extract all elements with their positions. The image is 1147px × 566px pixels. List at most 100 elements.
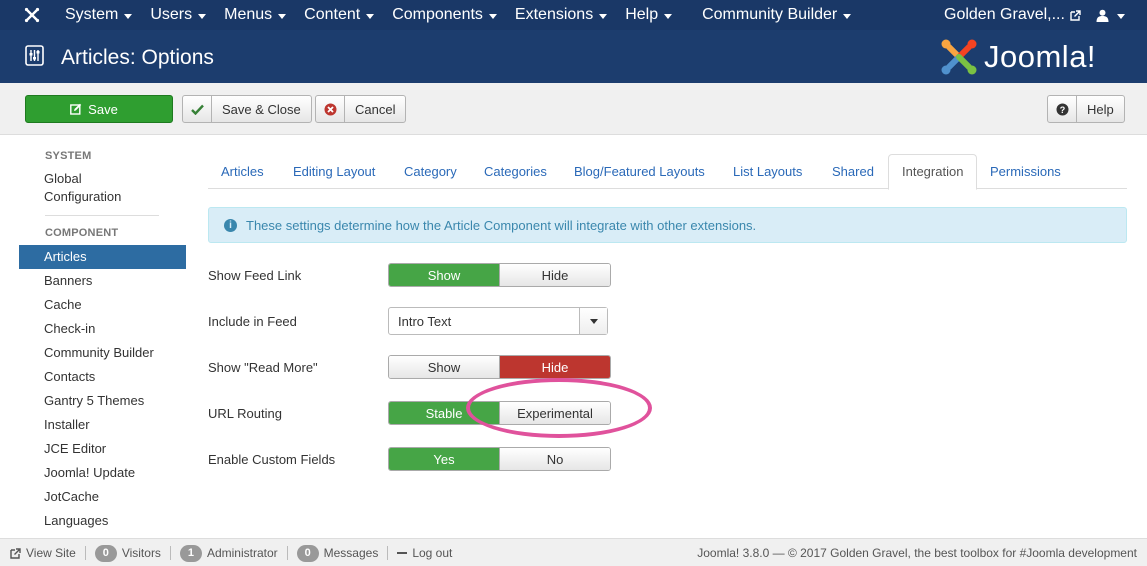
- menu-label: Users: [150, 6, 193, 23]
- check-icon: [183, 96, 212, 122]
- menu-users[interactable]: Users: [150, 6, 207, 24]
- site-link[interactable]: Golden Gravel,...: [944, 0, 1081, 30]
- show-read-more-label: Show "Read More": [208, 360, 318, 375]
- sidebar-heading-system: SYSTEM: [45, 150, 92, 162]
- menu-extensions[interactable]: Extensions: [515, 6, 608, 24]
- show-feed-link-show[interactable]: Show: [389, 264, 499, 286]
- save-button[interactable]: Save: [25, 95, 173, 123]
- tab-shared[interactable]: Shared: [819, 154, 887, 189]
- options-tabs: Articles Editing Layout Category Categor…: [208, 154, 1127, 190]
- menu-system[interactable]: System: [65, 6, 133, 24]
- messages-item[interactable]: 0 Messages: [296, 544, 379, 562]
- caret-down-icon: [366, 13, 375, 19]
- sidebar-item-cache[interactable]: Cache: [19, 293, 186, 317]
- sidebar-item-joomla-update[interactable]: Joomla! Update: [19, 461, 186, 485]
- sidebar-item-banners[interactable]: Banners: [19, 269, 186, 293]
- sidebar-item-check-in[interactable]: Check-in: [19, 317, 186, 341]
- sidebar-item-global-configuration[interactable]: Global Configuration: [19, 170, 139, 206]
- show-read-more-show[interactable]: Show: [389, 356, 499, 378]
- url-routing-experimental[interactable]: Experimental: [499, 402, 610, 424]
- main-menu: System Users Menus Content Components Ex…: [65, 0, 869, 30]
- joomla-icon[interactable]: [23, 6, 41, 24]
- show-feed-link-toggle: Show Hide: [388, 263, 611, 287]
- joomla-brand-icon: [941, 39, 977, 75]
- save-close-label: Save & Close: [222, 101, 301, 117]
- tab-list-layouts[interactable]: List Layouts: [720, 154, 815, 189]
- include-in-feed-label: Include in Feed: [208, 314, 297, 329]
- page-title: Articles: Options: [61, 46, 214, 69]
- page-header: Articles: Options Joomla!: [0, 30, 1147, 83]
- menu-content[interactable]: Content: [304, 6, 375, 24]
- footer-text: Joomla! 3.8.0 — © 2017 Golden Gravel, th…: [697, 546, 1137, 560]
- sidebar-item-community-builder[interactable]: Community Builder: [19, 341, 186, 365]
- info-alert: i These settings determine how the Artic…: [208, 207, 1127, 243]
- show-feed-link-label: Show Feed Link: [208, 268, 302, 283]
- caret-down-icon: [664, 13, 673, 19]
- tab-permissions[interactable]: Permissions: [977, 154, 1074, 189]
- top-navbar: System Users Menus Content Components Ex…: [0, 0, 1147, 30]
- tab-category[interactable]: Category: [391, 154, 470, 189]
- logout-label: Log out: [412, 546, 453, 560]
- visitors-item[interactable]: 0 Visitors: [94, 544, 161, 562]
- toolbar: Save Save & Close Cancel ? Help: [0, 83, 1147, 135]
- sidebar-item-gantry-5-themes[interactable]: Gantry 5 Themes: [19, 389, 186, 413]
- menu-community-builder[interactable]: Community Builder: [702, 6, 852, 24]
- include-in-feed-select[interactable]: Intro Text: [388, 307, 608, 335]
- cancel-button[interactable]: Cancel: [315, 95, 407, 123]
- menu-label: Menus: [224, 6, 273, 23]
- enable-custom-fields-yes[interactable]: Yes: [389, 448, 499, 470]
- svg-text:?: ?: [1059, 105, 1065, 115]
- enable-custom-fields-label: Enable Custom Fields: [208, 452, 336, 467]
- caret-down-icon: [488, 13, 497, 19]
- info-icon: i: [224, 218, 237, 232]
- messages-label: Messages: [323, 546, 379, 560]
- menu-help[interactable]: Help: [625, 6, 673, 24]
- external-link-icon: [1070, 9, 1081, 21]
- chevron-down-icon: [579, 308, 607, 334]
- menu-label: Content: [304, 6, 361, 23]
- user-menu[interactable]: [1096, 0, 1125, 30]
- tab-categories[interactable]: Categories: [471, 154, 560, 189]
- messages-badge: 0: [296, 544, 319, 562]
- menu-components[interactable]: Components: [392, 6, 497, 24]
- save-close-button[interactable]: Save & Close: [182, 95, 312, 123]
- minus-icon: [397, 552, 408, 554]
- logout-link[interactable]: Log out: [397, 546, 452, 560]
- cancel-icon: [316, 96, 345, 122]
- sidebar-heading-component: COMPONENT: [45, 227, 119, 239]
- help-label: Help: [1087, 101, 1114, 117]
- sidebar-item-installer[interactable]: Installer: [19, 413, 186, 437]
- sidebar-item-jce-editor[interactable]: JCE Editor: [19, 437, 186, 461]
- enable-custom-fields-no[interactable]: No: [499, 448, 610, 470]
- show-read-more-hide[interactable]: Hide: [499, 356, 610, 378]
- options-icon: [25, 45, 44, 66]
- tab-blog-featured-layouts[interactable]: Blog/Featured Layouts: [561, 154, 718, 189]
- sidebar-item-contacts[interactable]: Contacts: [19, 365, 186, 389]
- external-link-icon: [10, 547, 21, 559]
- alert-text: These settings determine how the Article…: [246, 217, 757, 233]
- sidebar-item-jotcache[interactable]: JotCache: [19, 485, 186, 509]
- view-site-link[interactable]: View Site: [10, 546, 76, 560]
- help-button[interactable]: ? Help: [1047, 95, 1125, 123]
- tab-articles[interactable]: Articles: [208, 154, 277, 189]
- url-routing-label: URL Routing: [208, 406, 282, 421]
- joomla-logo: Joomla!: [940, 38, 1096, 76]
- tab-editing-layout[interactable]: Editing Layout: [280, 154, 388, 189]
- url-routing-stable[interactable]: Stable: [389, 402, 499, 424]
- tab-integration[interactable]: Integration: [888, 154, 978, 190]
- menu-label: Components: [392, 6, 483, 23]
- sidebar: SYSTEM Global Configuration COMPONENT Ar…: [19, 150, 186, 533]
- menu-label: Community Builder: [702, 6, 838, 23]
- sidebar-item-articles[interactable]: Articles: [19, 245, 186, 269]
- menu-menus[interactable]: Menus: [224, 6, 287, 24]
- site-link-label: Golden Gravel,...: [944, 6, 1065, 23]
- save-label: Save: [88, 101, 118, 117]
- show-read-more-toggle: Show Hide: [388, 355, 611, 379]
- administrator-badge: 1: [179, 544, 202, 562]
- enable-custom-fields-toggle: Yes No: [388, 447, 611, 471]
- menu-label: System: [65, 6, 119, 23]
- show-feed-link-hide[interactable]: Hide: [499, 264, 610, 286]
- sidebar-item-languages[interactable]: Languages: [19, 509, 186, 533]
- visitors-label: Visitors: [121, 546, 161, 560]
- administrator-item[interactable]: 1 Administrator: [179, 544, 278, 562]
